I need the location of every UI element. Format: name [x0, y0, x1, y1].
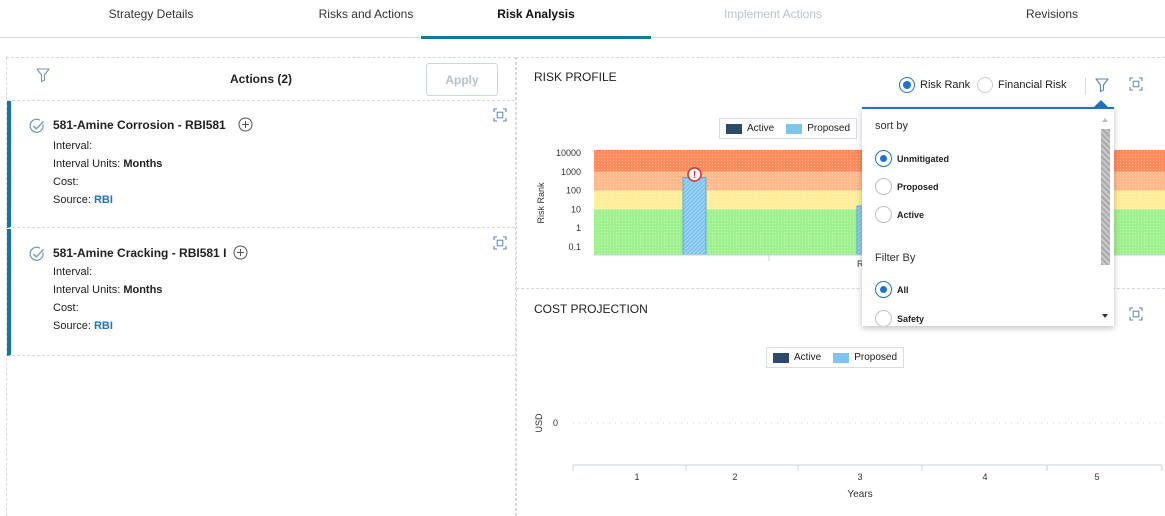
- risk-ytick-label: 10: [571, 204, 581, 214]
- interval-units-label: Interval Units:: [53, 284, 121, 296]
- check-circle-icon: [29, 118, 44, 133]
- tab-bar: Strategy Details Risks and Actions Risk …: [0, 0, 1165, 39]
- sort-active-label: Active: [897, 209, 925, 220]
- sort-unmitigated-radio[interactable]: Unmitigated: [875, 150, 949, 167]
- sort-by-label: sort by: [875, 120, 909, 132]
- tab-strategy-details[interactable]: Strategy Details: [36, 0, 266, 38]
- interval-units-value: Months: [123, 158, 163, 170]
- expand-icon[interactable]: [493, 236, 507, 250]
- cost-xtick-label: 2: [732, 472, 737, 482]
- cost-xtick-label: 1: [634, 472, 639, 482]
- apply-button[interactable]: Apply: [426, 63, 498, 96]
- dropdown-scrollbar[interactable]: [1098, 115, 1112, 326]
- scroll-up-arrow[interactable]: [1101, 117, 1109, 123]
- filter-all-radio[interactable]: All: [875, 281, 909, 298]
- radio-dot: [875, 178, 892, 195]
- cost-ytick-label: 0: [553, 418, 558, 428]
- interval-label: Interval:: [53, 266, 93, 278]
- scrollbar-thumb[interactable]: [1101, 129, 1110, 265]
- cost-xticks: 1 2 3 4 5: [572, 465, 1163, 482]
- add-circle-icon[interactable]: [233, 245, 248, 260]
- cost-xlabel: Years: [847, 489, 872, 500]
- risk-ytick-label: 0.1: [568, 242, 581, 252]
- cost-label: Cost:: [53, 176, 79, 188]
- interval-units-label: Interval Units:: [53, 158, 121, 170]
- cost-ylabel: USD: [534, 413, 544, 433]
- source-label: Source:: [53, 320, 91, 332]
- radio-dot: [875, 281, 892, 298]
- expand-icon[interactable]: [493, 108, 507, 122]
- risk-ytick-label: 10000: [556, 148, 581, 158]
- radio-dot: [875, 206, 892, 223]
- check-circle-icon: [29, 246, 44, 261]
- tab-risk-analysis[interactable]: Risk Analysis: [421, 0, 651, 39]
- risk-ytick-label: 1: [576, 223, 581, 233]
- risk-ylabel: Risk Rank: [536, 182, 546, 224]
- action-title: 581-Amine Corrosion - RBI581: [53, 118, 226, 132]
- sort-filter-dropdown: sort by Unmitigated Proposed Active Filt…: [862, 107, 1114, 326]
- risk-bar-proposed: [682, 176, 707, 256]
- tab-revisions[interactable]: Revisions: [937, 0, 1165, 38]
- dropdown-caret: [1094, 100, 1108, 107]
- source-link[interactable]: RBI: [94, 320, 113, 332]
- cost-xtick-label: 5: [1094, 472, 1099, 482]
- sort-unmitigated-label: Unmitigated: [897, 153, 950, 164]
- cost-label: Cost:: [53, 302, 79, 314]
- tab-implement-actions: Implement Actions: [723, 7, 823, 21]
- interval-units: Interval Units: Months: [53, 284, 162, 296]
- cost-xtick-label: 3: [857, 472, 862, 482]
- radio-dot: [875, 150, 892, 167]
- risk-yticks: 10000 1000 100 10 1 0.1: [556, 148, 581, 252]
- cost-xtick-label: 4: [982, 472, 987, 482]
- interval-units-value: Months: [123, 284, 163, 296]
- radio-dot: [875, 310, 892, 326]
- filter-safety-label: Safety: [897, 313, 925, 324]
- risk-ytick-label: 100: [566, 186, 581, 196]
- interval-units: Interval Units: Months: [53, 158, 162, 170]
- source-label: Source:: [53, 194, 91, 206]
- interval-label: Interval:: [53, 140, 93, 152]
- action-card[interactable]: 581-Amine Cracking - RBI581 I Interval: …: [7, 229, 515, 356]
- actions-header: Actions (2) Apply: [7, 58, 515, 101]
- filter-by-label: Filter By: [875, 252, 916, 264]
- add-circle-icon[interactable]: [238, 117, 253, 132]
- source-link[interactable]: RBI: [94, 194, 113, 206]
- source: Source: RBI: [53, 320, 113, 332]
- filter-all-label: All: [897, 284, 909, 295]
- sort-proposed-label: Proposed: [897, 181, 939, 192]
- filter-safety-radio[interactable]: Safety: [875, 310, 924, 326]
- sort-proposed-radio[interactable]: Proposed: [875, 178, 939, 195]
- action-title: 581-Amine Cracking - RBI581 I: [53, 246, 227, 260]
- risk-ytick-label: 1000: [561, 167, 581, 177]
- actions-panel: Actions (2) Apply 581-Amine Corrosion - …: [6, 57, 516, 516]
- source: Source: RBI: [53, 194, 113, 206]
- scroll-down-arrow[interactable]: [1101, 313, 1109, 319]
- action-card[interactable]: 581-Amine Corrosion - RBI581 Interval: I…: [7, 101, 515, 228]
- sort-active-radio[interactable]: Active: [875, 206, 924, 223]
- alert-icon-glyph: !: [693, 170, 696, 181]
